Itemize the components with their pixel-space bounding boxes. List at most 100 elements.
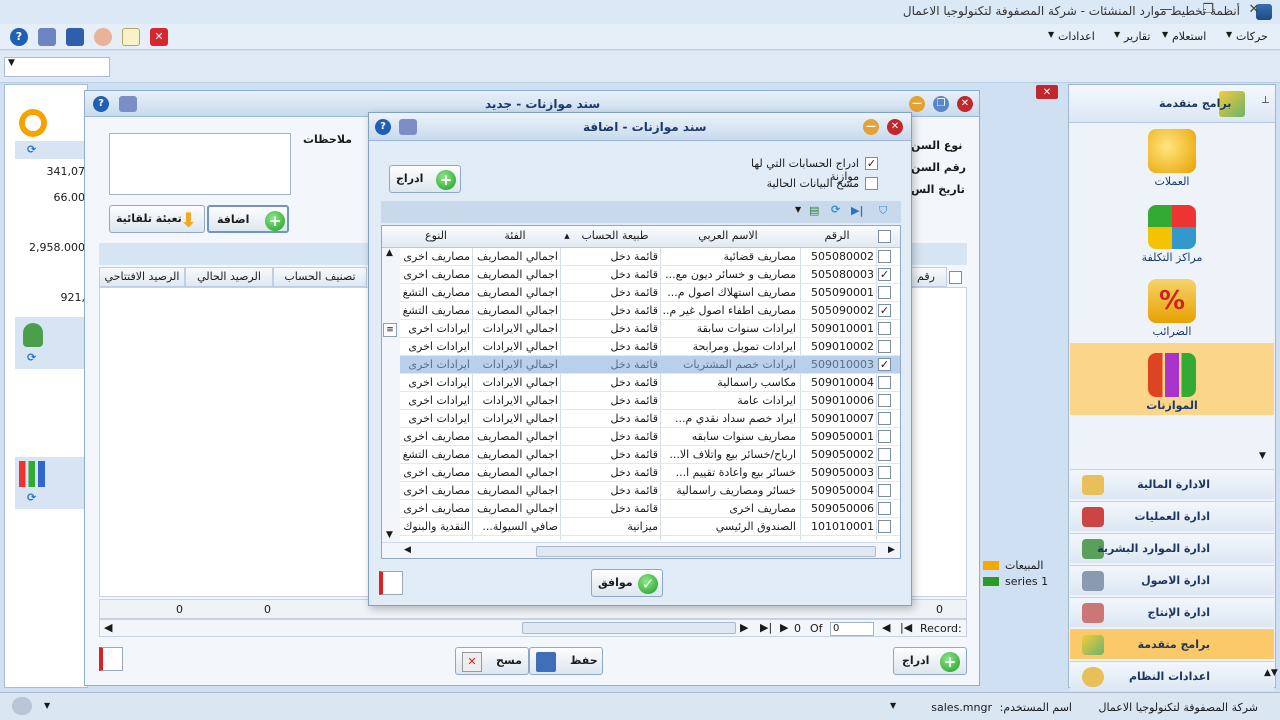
scroll-up-icon[interactable]: ▲ <box>386 248 393 258</box>
scroll-thumb[interactable] <box>536 546 876 557</box>
row-checkbox[interactable] <box>878 376 891 389</box>
filter-icon[interactable]: ⛉ <box>879 204 887 218</box>
scroll-down-icon[interactable]: ▼ <box>386 530 393 540</box>
autofill-button[interactable]: ⬇ تعبئة تلقائية <box>109 205 205 233</box>
row-checkbox[interactable]: ✓ <box>878 358 891 371</box>
table-row[interactable]: مصاريف اخرى اجمالي المصاريف قائمة دخل خسائر… <box>400 482 900 500</box>
restore-icon[interactable]: ❐ <box>1196 2 1220 22</box>
help-icon[interactable]: ? <box>10 28 28 46</box>
nav-hr-management[interactable]: ادارة الموارد البشرية <box>1070 533 1274 563</box>
nav-assets-management[interactable]: ادارة الاصول <box>1070 565 1274 595</box>
menu-settings[interactable]: اعدادات <box>1058 30 1095 43</box>
minimize-icon[interactable]: — <box>1154 2 1178 22</box>
vertical-scrollbar[interactable]: ▲ ▼ <box>382 248 400 546</box>
row-checkbox[interactable] <box>878 520 891 533</box>
col-opening-balance[interactable]: الرصيد الافتتاحي <box>99 267 185 287</box>
exit-door-icon[interactable] <box>99 647 123 671</box>
help-icon[interactable]: ? <box>375 119 391 135</box>
nav-budgets[interactable]: الموازنات <box>1070 343 1274 415</box>
close-icon[interactable]: ✕ <box>957 96 973 112</box>
clear-current-checkbox[interactable] <box>865 177 878 190</box>
table-row[interactable]: ايرادات اخرى اجمالي الايرادات قائمة دخل اير… <box>400 338 900 356</box>
table-row[interactable]: ايرادات اخرى اجمالي الايرادات قائمة دخل اير… <box>400 410 900 428</box>
add-button[interactable]: اضافة <box>207 205 289 233</box>
row-checkbox[interactable]: ✓ <box>878 304 891 317</box>
refresh-icon[interactable]: ⟳ <box>27 491 36 504</box>
select-all-checkbox[interactable] <box>949 271 962 284</box>
windows-icon[interactable] <box>66 28 84 46</box>
chevron-down-icon[interactable]: ▼ <box>795 205 801 214</box>
pin-icon[interactable]: ⊥ <box>1261 95 1270 106</box>
notes-textarea[interactable] <box>109 133 291 195</box>
minimize-icon[interactable]: — <box>909 96 925 112</box>
row-checkbox[interactable] <box>878 250 891 263</box>
refresh-icon[interactable]: ⟳ <box>27 351 36 364</box>
horizontal-scrollbar[interactable]: ▶ ◀ <box>382 542 900 558</box>
row-checkbox[interactable] <box>878 502 891 515</box>
row-checkbox[interactable] <box>878 430 891 443</box>
row-checkbox[interactable] <box>878 412 891 425</box>
last-record-icon[interactable]: ▶| <box>760 621 772 634</box>
scroll-right-icon[interactable]: ▶ <box>888 545 895 555</box>
col-type[interactable]: النوع <box>400 229 472 242</box>
print-icon[interactable] <box>38 28 56 46</box>
scroll-left-icon[interactable]: ◀ <box>404 545 411 555</box>
table-row[interactable]: مصاريف اخرى اجمالي المصاريف قائمة دخل مصاري… <box>400 500 900 518</box>
refresh-icon[interactable]: ⟳ <box>831 203 840 216</box>
nav-production-management[interactable]: ادارة الإنتاج <box>1070 597 1274 627</box>
nav-cost-centers[interactable]: مراكز التكلفة <box>1069 205 1275 264</box>
row-checkbox[interactable] <box>878 394 891 407</box>
table-row[interactable]: ايرادات اخرى اجمالي الايرادات قائمة دخل اير… <box>400 320 900 338</box>
row-checkbox[interactable] <box>878 322 891 335</box>
nav-scroll-handle[interactable]: ▲▼ <box>1264 668 1278 678</box>
col-number[interactable]: الرقم <box>800 229 874 242</box>
table-row[interactable]: مصاريف التشغ اجمالي المصاريف قائمة دخل مصار… <box>400 302 900 320</box>
status-chevron-icon[interactable]: ▼ <box>890 701 896 710</box>
table-row[interactable]: مصاريف اخرى اجمالي المصاريف قائمة دخل مصاري… <box>400 266 900 284</box>
scroll-left-icon[interactable]: ◀ <box>104 621 112 634</box>
table-row[interactable]: ايرادات اخرى اجمالي الايرادات قائمة دخل مكا… <box>400 374 900 392</box>
col-account-nature[interactable]: طبيعة الحساب <box>572 229 658 242</box>
clear-button[interactable]: ✕ مسح <box>455 647 529 675</box>
menu-transactions[interactable]: حركات <box>1236 30 1268 43</box>
status-chevron-icon[interactable]: ▼ <box>44 701 50 710</box>
nav-advanced-programs[interactable]: برامج متقدمة <box>1070 629 1274 659</box>
horizontal-scrollbar[interactable] <box>522 622 736 634</box>
row-checkbox[interactable] <box>878 340 891 353</box>
nav-currencies[interactable]: العملات <box>1069 129 1275 188</box>
help-icon[interactable]: ? <box>93 96 109 112</box>
menu-reports[interactable]: تقارير <box>1124 30 1150 43</box>
nav-scroll-down-icon[interactable]: ▼ <box>1259 451 1266 461</box>
table-row[interactable]: مصاريف التشغ اجمالي المصاريف قائمة دخل اربا… <box>400 446 900 464</box>
list-icon[interactable]: ≡ <box>383 323 397 337</box>
include-budgeted-checkbox[interactable]: ✓ <box>865 157 878 170</box>
refresh-icon[interactable]: ⟳ <box>27 143 36 156</box>
col-account-classification[interactable]: تصنيف الحساب <box>273 267 367 287</box>
notes-icon[interactable] <box>122 28 140 46</box>
close-icon[interactable]: ✕ <box>887 119 903 135</box>
record-input[interactable]: 0 <box>830 622 874 636</box>
first-record-icon[interactable]: |◀ <box>900 621 912 634</box>
nav-system-settings[interactable]: اعدادات النظام <box>1070 661 1274 691</box>
scroll-right-icon[interactable]: ▶ <box>740 621 748 634</box>
exit-door-icon[interactable] <box>379 571 403 595</box>
row-checkbox[interactable]: ✓ <box>878 268 891 281</box>
export-icon[interactable]: ▤ <box>809 204 819 217</box>
table-row[interactable]: ايرادات اخرى اجمالي الايرادات قائمة دخل اير… <box>400 356 900 374</box>
exit-icon[interactable]: ✕ <box>150 28 168 46</box>
minimize-icon[interactable]: — <box>863 119 879 135</box>
print-icon[interactable] <box>119 96 137 112</box>
row-checkbox[interactable] <box>878 448 891 461</box>
first-page-icon[interactable]: ▶| <box>851 204 863 217</box>
dialog-insert-button[interactable]: ادراج <box>389 165 461 193</box>
table-row[interactable]: مصاريف اخرى اجمالي المصاريف قائمة دخل مصاري… <box>400 428 900 446</box>
col-category[interactable]: الفئة <box>472 229 558 242</box>
table-row[interactable]: مصاريف اخرى اجمالي المصاريف قائمة دخل مصاري… <box>400 248 900 266</box>
table-row[interactable]: النقدية والبنوك صافي السيولة... ميزانية الص… <box>400 518 900 536</box>
insert-button[interactable]: ادراج <box>893 647 967 675</box>
prev-record-icon[interactable]: ◀ <box>882 621 890 634</box>
close-icon[interactable]: ✕ <box>1242 2 1266 22</box>
nav-financial-management[interactable]: الادارة المالية <box>1070 469 1274 499</box>
col-current-balance[interactable]: الرصيد الحالي <box>185 267 273 287</box>
menu-inquiry[interactable]: استعلام <box>1172 30 1206 43</box>
